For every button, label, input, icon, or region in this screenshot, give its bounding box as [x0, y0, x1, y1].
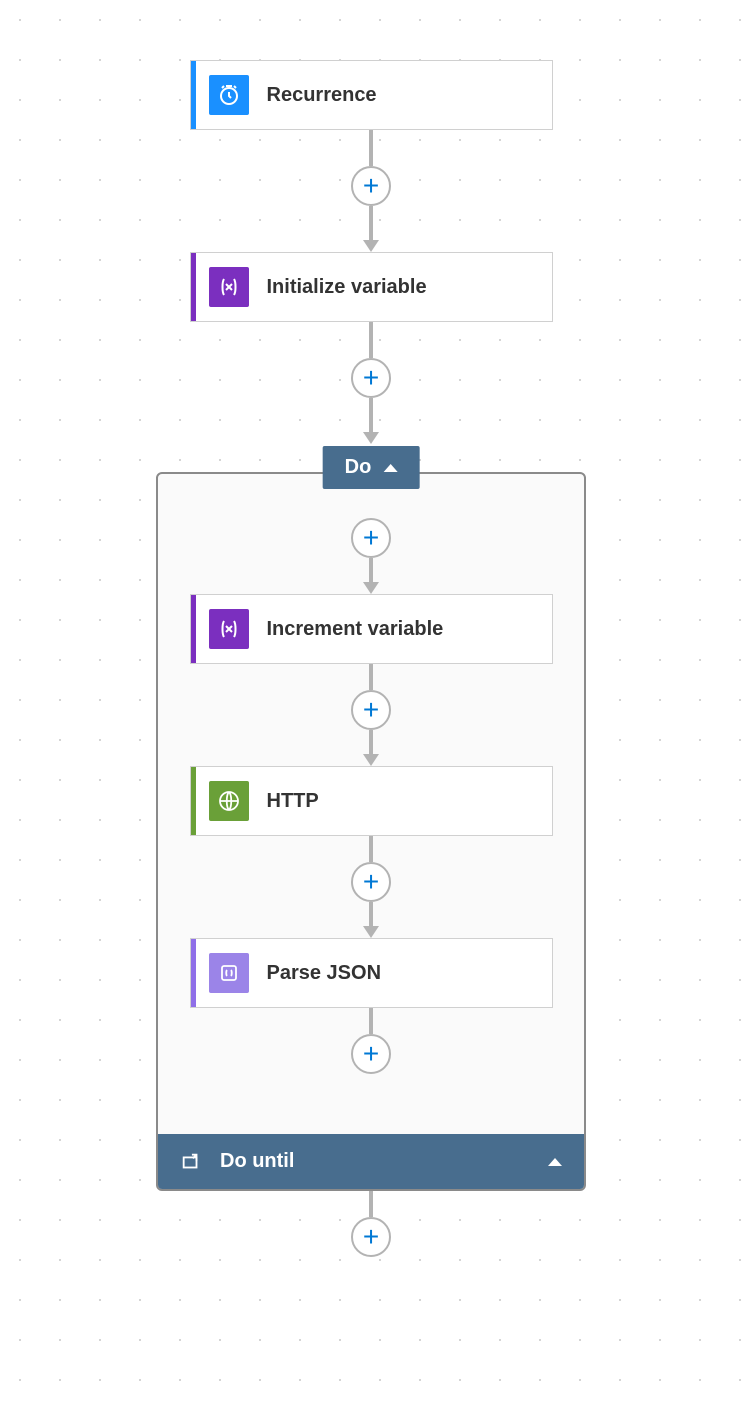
globe-icon [209, 781, 249, 821]
step-label: HTTP [267, 790, 319, 813]
connector: + [351, 130, 391, 252]
add-step-button[interactable]: + [351, 358, 391, 398]
add-step-button[interactable]: + [351, 518, 391, 558]
step-label: Parse JSON [267, 962, 382, 985]
connector: + [351, 1008, 391, 1074]
add-step-button[interactable]: + [351, 862, 391, 902]
flow-canvas: Recurrence + Initialize variable + Do + [0, 0, 742, 1257]
step-recurrence[interactable]: Recurrence [190, 60, 553, 130]
add-step-button[interactable]: + [351, 1034, 391, 1074]
loop-body: + Increment variable + [158, 474, 584, 1074]
do-tab-label: Do [345, 456, 372, 479]
chevron-up-icon [548, 1158, 562, 1166]
clock-icon [209, 75, 249, 115]
connector: + [351, 1191, 391, 1257]
accent-bar [191, 595, 196, 663]
connector: + [351, 322, 391, 444]
step-increment-variable[interactable]: Increment variable [190, 594, 553, 664]
step-label: Increment variable [267, 618, 444, 641]
accent-bar [191, 61, 196, 129]
step-label: Recurrence [267, 84, 377, 107]
do-until-footer[interactable]: Do until [158, 1134, 584, 1189]
step-initialize-variable[interactable]: Initialize variable [190, 252, 553, 322]
step-label: Initialize variable [267, 276, 427, 299]
add-step-button[interactable]: + [351, 1217, 391, 1257]
variable-icon [209, 267, 249, 307]
add-step-button[interactable]: + [351, 166, 391, 206]
add-step-button[interactable]: + [351, 690, 391, 730]
step-parse-json[interactable]: Parse JSON [190, 938, 553, 1008]
accent-bar [191, 253, 196, 321]
accent-bar [191, 939, 196, 1007]
accent-bar [191, 767, 196, 835]
do-until-container: Do + Increment variable + [156, 472, 586, 1191]
json-icon [209, 953, 249, 993]
connector: + [351, 836, 391, 938]
do-tab[interactable]: Do [323, 446, 420, 489]
loop-icon [180, 1151, 202, 1173]
footer-label: Do until [220, 1150, 294, 1173]
connector: + [351, 664, 391, 766]
variable-icon [209, 609, 249, 649]
chevron-up-icon [383, 464, 397, 472]
step-http[interactable]: HTTP [190, 766, 553, 836]
